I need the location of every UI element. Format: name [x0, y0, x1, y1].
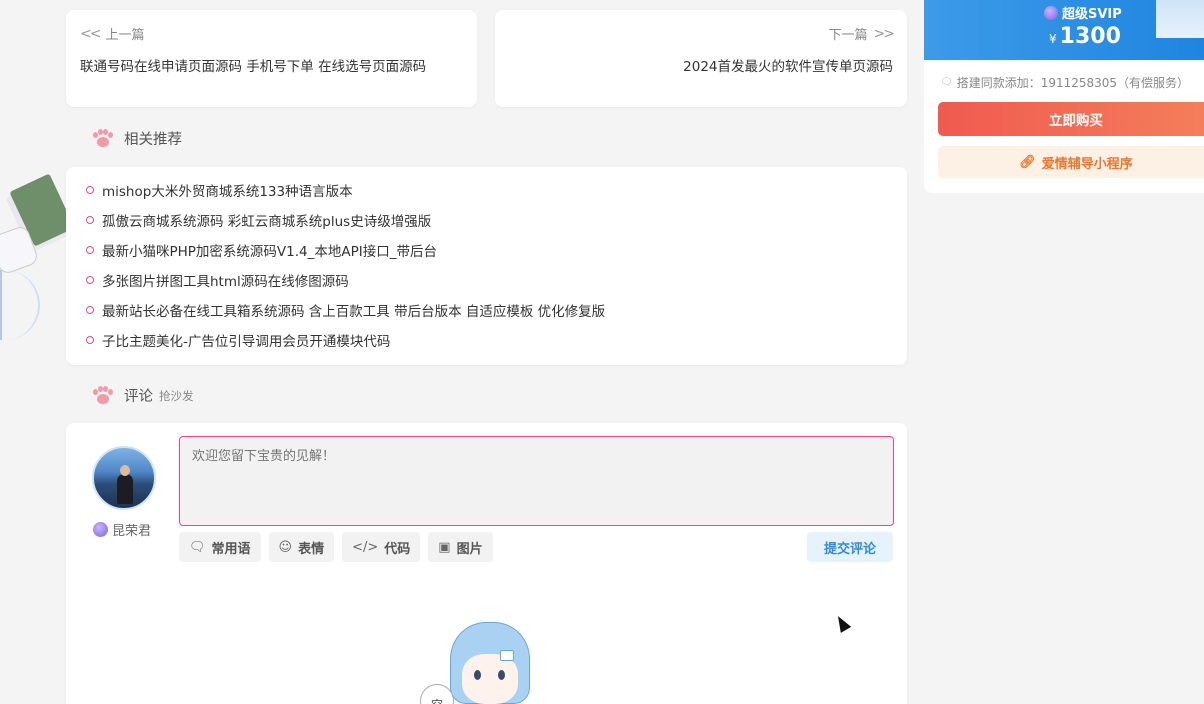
related-heading: 相关推荐 [92, 128, 182, 149]
comments-heading-text: 评论 [124, 389, 153, 405]
related-heading-text: 相关推荐 [124, 132, 182, 148]
comments-subheading: 抢沙发 [159, 388, 194, 403]
submit-comment-button[interactable]: 提交评论 [807, 532, 893, 562]
related-list-card: mishop大米外贸商城系统133种语言版本 孤傲云商城系统源码 彩虹云商城系统… [66, 167, 907, 365]
chat-bubble-icon: 🗨︎ [189, 539, 206, 555]
smile-icon: ☺ [278, 539, 293, 555]
next-post-title[interactable]: 2024首发最火的软件宣传单页源码 [509, 55, 893, 75]
hair-illustration [0, 270, 40, 340]
double-chevron-right-icon: >> [873, 25, 896, 42]
avatar [92, 446, 156, 510]
list-item[interactable]: 多张图片拼图工具html源码在线修图源码 [86, 265, 887, 295]
prev-post-hint: << 上一篇 [80, 25, 145, 44]
bullet-icon [86, 246, 94, 254]
list-item[interactable]: mishop大米外贸商城系统133种语言版本 [86, 175, 887, 205]
bullet-icon [86, 306, 94, 314]
list-item[interactable]: 最新站长必备在线工具箱系统源码 含上百款工具 带后台版本 自适应模板 优化修复版 [86, 295, 887, 325]
mascot-illustration: 空 [420, 612, 550, 704]
code-icon: </> [352, 539, 379, 555]
decorative-illustration-left [0, 170, 66, 350]
next-post-hint: 下一篇 >> [828, 25, 896, 44]
comments-heading: 评论 抢沙发 [92, 385, 194, 406]
comment-input[interactable] [179, 436, 894, 526]
gem-icon [1044, 5, 1058, 20]
bullet-icon [86, 186, 94, 194]
phrases-button[interactable]: 🗨︎ 常用语 [179, 532, 261, 562]
next-post-card[interactable]: 下一篇 >> 2024首发最火的软件宣传单页源码 [495, 10, 907, 107]
svip-banner[interactable]: 超级SVIP ¥ 1300 [924, 0, 1204, 60]
list-item[interactable]: 最新小猫咪PHP加密系统源码V1.4_本地API接口_带后台 [86, 235, 887, 265]
prev-post-title[interactable]: 联通号码在线申请页面源码 手机号下单 在线选号页面源码 [80, 55, 463, 75]
contact-info: 🗨︎ 搭建同款添加：1911258305（有偿服务） [940, 76, 1190, 90]
paw-icon [92, 385, 114, 406]
chat-bubble-icon: 🗨︎ [940, 77, 953, 88]
empty-bubble: 空 [420, 684, 454, 704]
bullet-icon [86, 336, 94, 344]
buy-now-button[interactable]: 立即购买 [938, 102, 1204, 136]
prev-post-card[interactable]: << 上一篇 联通号码在线申请页面源码 手机号下单 在线选号页面源码 [66, 10, 477, 107]
code-button[interactable]: </> 代码 [342, 532, 421, 562]
bullet-icon [86, 276, 94, 284]
gem-icon [93, 522, 108, 537]
comment-toolbar: 🗨︎ 常用语 ☺ 表情 </> 代码 ▣ 图片 [179, 532, 493, 562]
mini-program-button[interactable]: 🔗︎ 爱情辅导小程序 [938, 146, 1204, 178]
bullet-icon [86, 216, 94, 224]
paw-icon [92, 128, 114, 149]
hair-clip-icon [500, 650, 514, 661]
emoji-button[interactable]: ☺ 表情 [268, 532, 335, 562]
double-chevron-left-icon: << [80, 25, 102, 42]
list-item[interactable]: 孤傲云商城系统源码 彩虹云商城系统plus史诗级增强版 [86, 205, 887, 235]
user-name: 昆荣君 [93, 520, 151, 539]
svip-label: 超级SVIP [1044, 3, 1122, 22]
svip-price: ¥ 1300 [1049, 24, 1121, 49]
list-item[interactable]: 子比主题美化-广告位引导调用会员开通模块代码 [86, 325, 887, 355]
link-icon: 🔗︎ [1019, 154, 1036, 170]
image-icon: ▣ [438, 539, 451, 555]
sidebar-svip-card: 超级SVIP ¥ 1300 🗨︎ 搭建同款添加：1911258305（有偿服务）… [924, 0, 1204, 193]
image-button[interactable]: ▣ 图片 [428, 532, 493, 562]
related-list: mishop大米外贸商城系统133种语言版本 孤傲云商城系统源码 彩虹云商城系统… [86, 175, 887, 355]
